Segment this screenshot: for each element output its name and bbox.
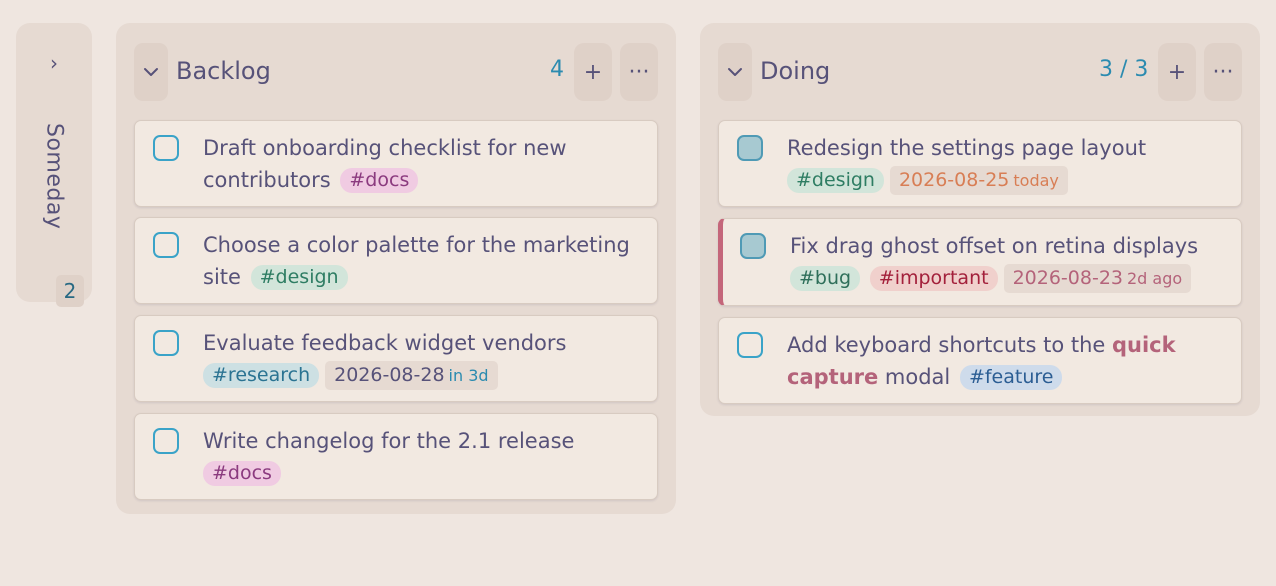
- card[interactable]: Evaluate feedback widget vendors #researc…: [134, 315, 658, 402]
- collapsed-lane-someday[interactable]: › Someday 2: [16, 23, 92, 307]
- tag-important[interactable]: #important: [869, 266, 998, 291]
- card-text: Fix drag ghost offset on retina displays…: [790, 230, 1227, 294]
- lane-doing: Doing 3 / 3 + ··· Redesign the settings …: [700, 23, 1260, 416]
- lane-header: Backlog 4 + ···: [134, 43, 658, 101]
- card-text: Draft onboarding checklist for new contr…: [203, 136, 567, 193]
- card-text: Write changelog for the 2.1 release #docs: [203, 429, 575, 486]
- lane-wip-count: 3 / 3: [1099, 57, 1149, 82]
- lane-backlog: Backlog 4 + ··· Draft onboarding checkli…: [116, 23, 676, 514]
- lane-menu-button[interactable]: ···: [1204, 43, 1242, 101]
- chevron-down-icon: [144, 68, 158, 76]
- collapse-lane-button[interactable]: [134, 43, 168, 101]
- card-important[interactable]: Fix drag ghost offset on retina displays…: [718, 218, 1242, 306]
- collapse-lane-button[interactable]: [718, 43, 752, 101]
- lane-count: 4: [550, 57, 564, 82]
- card-checkbox[interactable]: [153, 428, 179, 454]
- card[interactable]: Choose a color palette for the marketing…: [134, 217, 658, 304]
- tag-research[interactable]: #research: [203, 363, 320, 388]
- lane-title: Doing: [760, 57, 831, 85]
- tag-design[interactable]: #design: [787, 168, 884, 193]
- card[interactable]: Redesign the settings page layout #design…: [718, 120, 1242, 207]
- add-card-button[interactable]: +: [574, 43, 612, 101]
- tag-design[interactable]: #design: [250, 265, 348, 290]
- due-date: 2026-08-23 2d ago: [1003, 264, 1192, 293]
- card[interactable]: Draft onboarding checklist for new contr…: [134, 120, 658, 207]
- card-checkbox[interactable]: [153, 135, 179, 161]
- card-text: Redesign the settings page layout #design…: [787, 132, 1227, 196]
- card-checkbox[interactable]: [153, 232, 179, 258]
- tag-docs[interactable]: #docs: [203, 461, 281, 486]
- add-card-button[interactable]: +: [1158, 43, 1196, 101]
- due-date: 2026-08-28 in 3d: [325, 361, 498, 390]
- card-text: Add keyboard shortcuts to the quick capt…: [787, 333, 1176, 390]
- lane-header: Doing 3 / 3 + ···: [718, 43, 1242, 101]
- chevron-down-icon: [728, 68, 742, 76]
- chevron-right-icon[interactable]: ›: [16, 53, 92, 73]
- lane-count-badge: 2: [56, 275, 84, 307]
- lane-title: Someday: [41, 123, 67, 230]
- card-text: Evaluate feedback widget vendors #researc…: [203, 327, 643, 391]
- tag-bug[interactable]: #bug: [790, 266, 861, 291]
- card[interactable]: Add keyboard shortcuts to the quick capt…: [718, 317, 1242, 404]
- card-checkbox[interactable]: [737, 135, 763, 161]
- due-date: 2026-08-25 today: [889, 166, 1068, 195]
- tag-docs[interactable]: #docs: [340, 168, 419, 193]
- card-checkbox[interactable]: [740, 233, 766, 259]
- lane-menu-button[interactable]: ···: [620, 43, 658, 101]
- card-text: Choose a color palette for the marketing…: [203, 233, 630, 290]
- lane-title: Backlog: [176, 57, 271, 85]
- tag-feature[interactable]: #feature: [959, 365, 1063, 390]
- card-checkbox[interactable]: [153, 330, 179, 356]
- card[interactable]: Write changelog for the 2.1 release #docs: [134, 413, 658, 500]
- card-checkbox[interactable]: [737, 332, 763, 358]
